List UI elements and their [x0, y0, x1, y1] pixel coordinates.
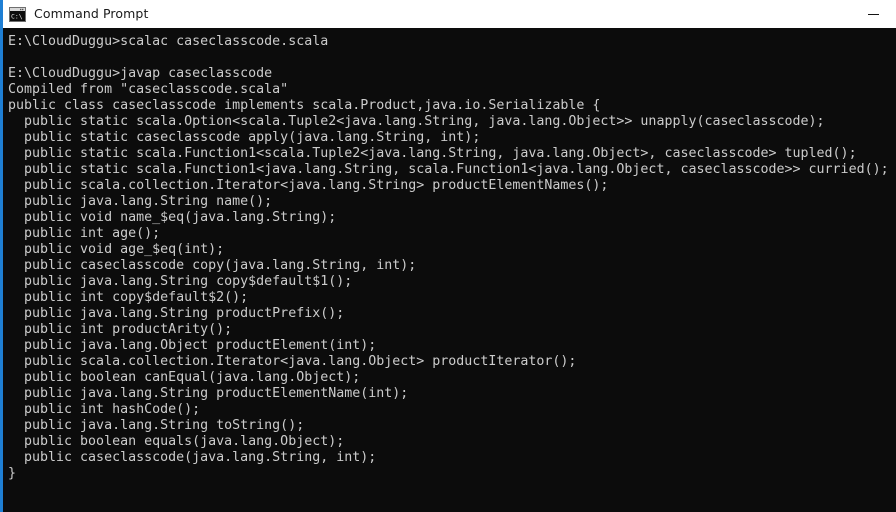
terminal-line: public int productArity();	[8, 322, 233, 337]
terminal-line: public java.lang.Object productElement(i…	[8, 338, 377, 353]
terminal-line: public void age_$eq(int);	[8, 242, 225, 257]
terminal-line: public static scala.Function1<java.lang.…	[8, 162, 889, 177]
minimize-button[interactable]	[850, 0, 896, 28]
terminal-line: public caseclasscode(java.lang.String, i…	[8, 450, 377, 465]
terminal-line: public scala.collection.Iterator<java.la…	[8, 354, 577, 369]
terminal-line: Compiled from "caseclasscode.scala"	[8, 82, 289, 97]
command-prompt-window: C:\ Command Prompt E:\CloudDuggu>scalac …	[0, 0, 896, 512]
terminal-line: public static caseclasscode apply(java.l…	[8, 130, 481, 145]
terminal-line: public class caseclasscode implements sc…	[8, 98, 601, 113]
terminal-line: E:\CloudDuggu>scalac caseclasscode.scala	[8, 34, 329, 49]
terminal-line: public caseclasscode copy(java.lang.Stri…	[8, 258, 417, 273]
window-controls	[850, 0, 896, 28]
window-title: Command Prompt	[34, 5, 149, 21]
terminal-line: public static scala.Function1<scala.Tupl…	[8, 146, 857, 161]
terminal-line: }	[8, 466, 17, 481]
terminal-line: public boolean canEqual(java.lang.Object…	[8, 370, 361, 385]
terminal-line: public java.lang.String productPrefix();	[8, 306, 345, 321]
terminal-line: public int age();	[8, 226, 161, 241]
title-bar[interactable]: C:\ Command Prompt	[3, 0, 896, 28]
terminal-line: public scala.collection.Iterator<java.la…	[8, 178, 609, 193]
terminal-line: public boolean equals(java.lang.Object);	[8, 434, 345, 449]
console-window-icon: C:\	[9, 6, 26, 22]
terminal-line: public int copy$default$2();	[8, 290, 249, 305]
terminal-text: E:\CloudDuggu>scalac caseclasscode.scala…	[8, 34, 896, 482]
svg-text:C:\: C:\	[11, 12, 23, 20]
terminal-line: public java.lang.String productElementNa…	[8, 386, 409, 401]
terminal-line: E:\CloudDuggu>javap caseclasscode	[8, 66, 273, 81]
terminal-line: public static scala.Option<scala.Tuple2<…	[8, 114, 825, 129]
terminal-line: public void name_$eq(java.lang.String);	[8, 210, 337, 225]
minimize-icon	[867, 13, 879, 15]
terminal-output-area[interactable]: E:\CloudDuggu>scalac caseclasscode.scala…	[6, 28, 896, 512]
terminal-line: public java.lang.String copy$default$1()…	[8, 274, 353, 289]
terminal-line: public int hashCode();	[8, 402, 201, 417]
terminal-line: public java.lang.String toString();	[8, 418, 305, 433]
terminal-line: public java.lang.String name();	[8, 194, 273, 209]
